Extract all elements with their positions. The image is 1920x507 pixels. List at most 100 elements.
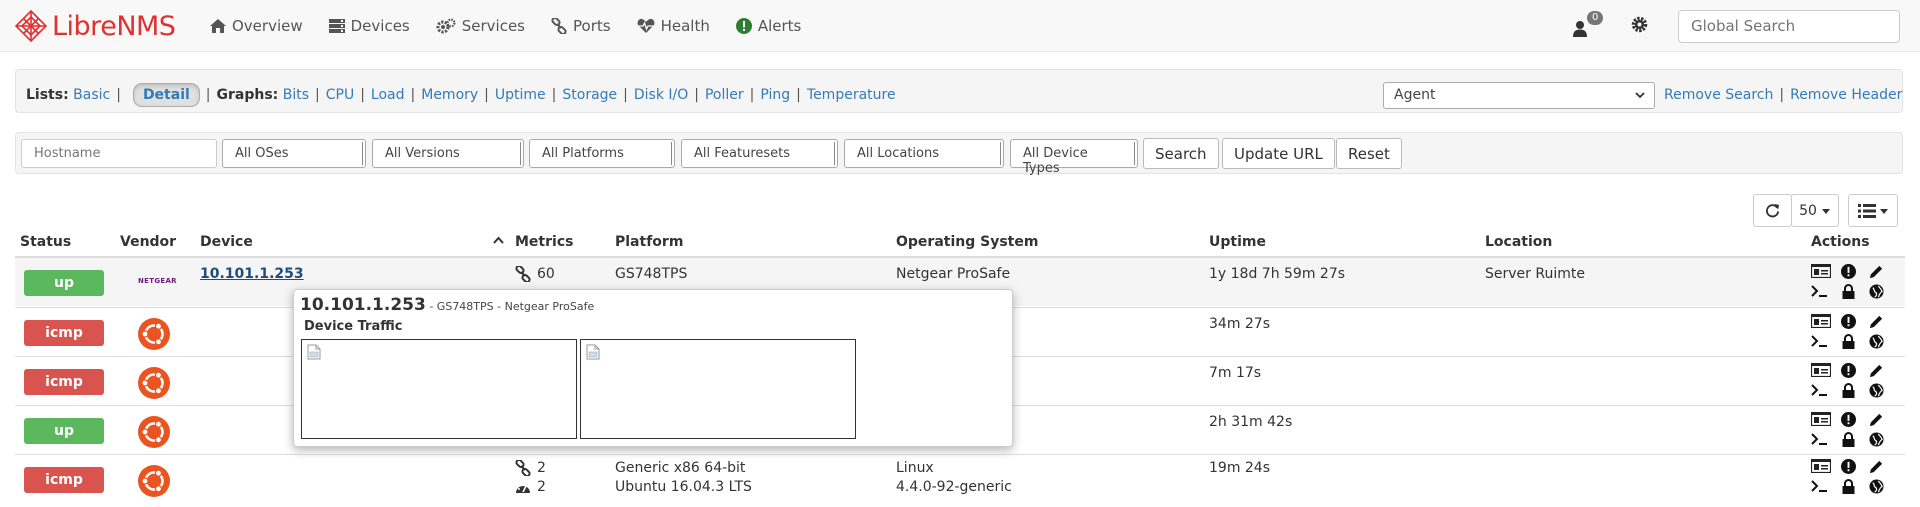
col-status[interactable]: Status — [20, 234, 71, 250]
ports-metric[interactable]: 60 — [515, 266, 555, 282]
col-uptime[interactable]: Uptime — [1209, 234, 1266, 250]
lock-icon[interactable] — [1842, 432, 1855, 447]
exclamation-circle-icon[interactable] — [1841, 264, 1856, 279]
traffic-graph[interactable] — [580, 339, 856, 439]
terminal-icon[interactable] — [1811, 432, 1829, 446]
pencil-icon[interactable] — [1869, 314, 1884, 329]
exclamation-circle-icon[interactable] — [1841, 459, 1856, 474]
status-badge[interactable]: icmp — [24, 467, 104, 493]
nav-health[interactable]: Health — [637, 17, 710, 35]
user-menu[interactable]: 0 — [1569, 11, 1609, 41]
location-select[interactable]: All Locations — [844, 139, 1004, 168]
id-card-icon[interactable] — [1811, 264, 1831, 278]
terminal-icon[interactable] — [1811, 479, 1829, 493]
agent-select[interactable]: Agent — [1383, 82, 1655, 109]
lock-icon[interactable] — [1842, 334, 1855, 349]
nav-ports[interactable]: Ports — [551, 17, 611, 35]
location-select-value: All Locations — [857, 146, 940, 161]
col-metrics[interactable]: Metrics — [515, 234, 573, 250]
settings-button[interactable] — [1631, 16, 1648, 37]
health-metric[interactable]: 2 — [515, 479, 546, 495]
pencil-icon[interactable] — [1869, 459, 1884, 474]
id-card-icon[interactable] — [1811, 412, 1831, 426]
col-device[interactable]: Device — [200, 234, 253, 250]
col-location[interactable]: Location — [1485, 234, 1552, 250]
ports-metric[interactable]: 2 — [515, 460, 546, 476]
status-badge[interactable]: up — [24, 418, 104, 444]
status-badge[interactable]: up — [24, 270, 104, 296]
page-size-select[interactable]: 50 — [1791, 194, 1839, 227]
lock-icon[interactable] — [1842, 479, 1855, 494]
search-button[interactable]: Search — [1143, 138, 1219, 169]
device-type-select[interactable]: All Device Types — [1010, 139, 1138, 176]
nav-overview[interactable]: Overview — [210, 17, 303, 35]
graph-diskio-link[interactable]: Disk I/O — [634, 87, 688, 103]
graph-temperature-link[interactable]: Temperature — [807, 87, 896, 103]
global-search-input[interactable] — [1678, 9, 1900, 43]
traffic-graph[interactable] — [301, 339, 577, 439]
exclamation-circle-icon[interactable] — [1841, 363, 1856, 378]
lists-label: Lists: — [26, 87, 69, 103]
graph-poller-link[interactable]: Poller — [705, 87, 744, 103]
pencil-icon[interactable] — [1869, 264, 1884, 279]
terminal-icon[interactable] — [1811, 334, 1829, 348]
platform-select[interactable]: All Platforms — [529, 139, 675, 168]
lock-icon[interactable] — [1842, 383, 1855, 398]
reset-button[interactable]: Reset — [1336, 138, 1402, 169]
hostname-input[interactable] — [21, 139, 217, 168]
device-link[interactable]: 10.101.1.253 — [200, 266, 304, 282]
graph-uptime-link[interactable]: Uptime — [495, 87, 546, 103]
graph-storage-link[interactable]: Storage — [562, 87, 617, 103]
graph-memory-link[interactable]: Memory — [421, 87, 478, 103]
list-basic-link[interactable]: Basic — [73, 87, 110, 103]
home-icon — [210, 19, 226, 33]
exclamation-circle-icon[interactable] — [1841, 412, 1856, 427]
globe-icon[interactable] — [1869, 383, 1884, 398]
table-row[interactable]: icmp 2 2 Generic x86 64-bit Ubuntu 16.04… — [15, 454, 1905, 503]
id-card-icon[interactable] — [1811, 459, 1831, 473]
pencil-icon[interactable] — [1869, 412, 1884, 427]
os-cell: Linux — [896, 460, 934, 476]
graph-ping-link[interactable]: Ping — [760, 87, 790, 103]
page-size-value: 50 — [1799, 202, 1817, 219]
librenms-logo[interactable]: LibreNMS — [14, 8, 176, 44]
status-badge[interactable]: icmp — [24, 369, 104, 395]
terminal-icon[interactable] — [1811, 284, 1829, 298]
globe-icon[interactable] — [1869, 432, 1884, 447]
id-card-icon[interactable] — [1811, 314, 1831, 328]
list-icon — [1857, 203, 1876, 218]
featureset-select[interactable]: All Featuresets — [681, 139, 838, 168]
globe-icon[interactable] — [1869, 479, 1884, 494]
graph-cpu-link[interactable]: CPU — [326, 87, 354, 103]
nav-services[interactable]: Services — [436, 17, 525, 35]
column-select-button[interactable] — [1848, 194, 1898, 227]
pencil-icon[interactable] — [1869, 363, 1884, 378]
popup-section-title: Device Traffic — [304, 319, 403, 334]
nav-alerts[interactable]: Alerts — [735, 17, 802, 35]
col-platform[interactable]: Platform — [615, 234, 683, 250]
version-select-value: All Versions — [385, 146, 460, 161]
remove-header-link[interactable]: Remove Header — [1790, 87, 1902, 103]
list-detail-button[interactable]: Detail — [132, 83, 200, 107]
update-url-button[interactable]: Update URL — [1222, 138, 1335, 169]
nav-devices[interactable]: Devices — [328, 17, 410, 35]
os-select[interactable]: All OSes — [222, 139, 366, 168]
exclamation-circle-icon[interactable] — [1841, 314, 1856, 329]
col-operating-system[interactable]: Operating System — [896, 234, 1038, 250]
graph-bits-link[interactable]: Bits — [283, 87, 309, 103]
version-select[interactable]: All Versions — [372, 139, 524, 168]
status-badge[interactable]: icmp — [24, 320, 104, 346]
graph-load-link[interactable]: Load — [371, 87, 405, 103]
device-type-select-value: All Device Types — [1023, 146, 1088, 176]
lock-icon[interactable] — [1842, 284, 1855, 299]
remove-search-link[interactable]: Remove Search — [1664, 87, 1773, 103]
nav-right: 0 — [1569, 0, 1920, 52]
refresh-button[interactable] — [1753, 194, 1792, 227]
nav-services-label: Services — [461, 17, 526, 35]
col-vendor[interactable]: Vendor — [120, 234, 176, 250]
id-card-icon[interactable] — [1811, 363, 1831, 377]
globe-icon[interactable] — [1869, 334, 1884, 349]
nav-alerts-label: Alerts — [757, 17, 802, 35]
globe-icon[interactable] — [1869, 284, 1884, 299]
terminal-icon[interactable] — [1811, 383, 1829, 397]
